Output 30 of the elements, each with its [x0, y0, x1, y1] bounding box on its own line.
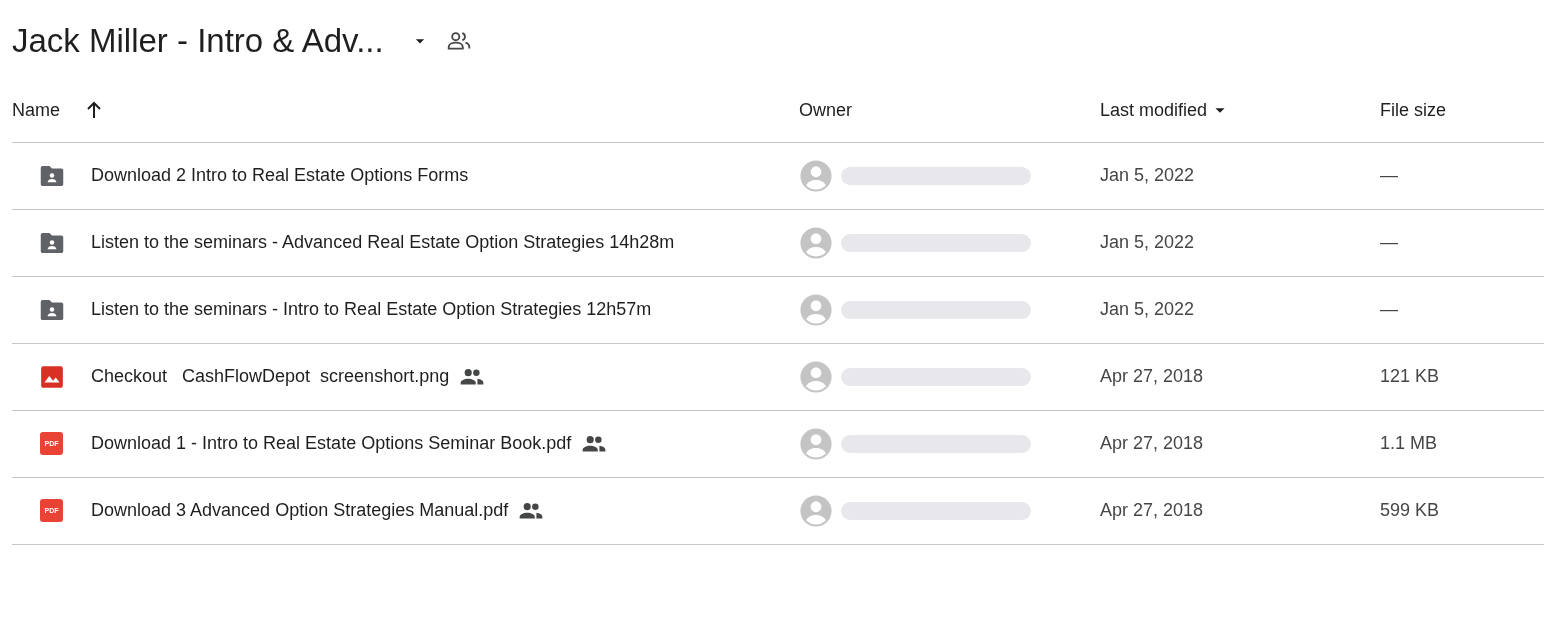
file-name[interactable]: Download 3 Advanced Option Strategies Manual.pdf: [91, 497, 509, 524]
avatar-icon: [799, 359, 833, 394]
avatar-icon: [799, 225, 833, 260]
file-name[interactable]: Download 1 - Intro to Real Estate Options Seminar Book.pdf: [91, 430, 572, 457]
file-name[interactable]: Checkout CashFlowDepot screenshort.png: [91, 363, 450, 390]
modified-date: Apr 27, 2018: [1100, 499, 1205, 522]
folder-title: Jack Miller - Intro & Adv...: [12, 21, 384, 61]
file-name[interactable]: Listen to the seminars - Intro to Real Estate Option Strategies 12h57m: [91, 296, 652, 323]
image-file-icon: [38, 363, 65, 390]
avatar-icon: [799, 493, 833, 528]
modified-date: Jan 5, 2022: [1100, 231, 1196, 254]
modified-date: Apr 27, 2018: [1100, 365, 1205, 388]
file-size: —: [1380, 232, 1398, 252]
file-size: 1.1 MB: [1380, 433, 1438, 453]
avatar-icon: [799, 158, 833, 193]
file-size: —: [1380, 165, 1398, 185]
modified-date: Jan 5, 2022: [1100, 164, 1196, 187]
column-header[interactable]: Last modified: [1100, 96, 1208, 124]
avatar-icon: [799, 292, 833, 327]
column-header[interactable]: Name: [12, 96, 60, 124]
file-size: 121 KB: [1380, 366, 1440, 386]
file-size: 599 KB: [1380, 500, 1440, 520]
file-name[interactable]: Download 2 Intro to Real Estate Options Forms: [91, 162, 469, 189]
file-name[interactable]: Listen to the seminars - Advanced Real Estate Option Strategies 14h28m: [91, 229, 675, 256]
column-header[interactable]: Owner: [799, 96, 852, 124]
modified-date: Jan 5, 2022: [1100, 298, 1196, 321]
column-header[interactable]: File size: [1380, 96, 1446, 124]
file-size: —: [1380, 299, 1398, 319]
modified-date: Apr 27, 2018: [1100, 432, 1205, 455]
avatar-icon: [799, 426, 833, 461]
